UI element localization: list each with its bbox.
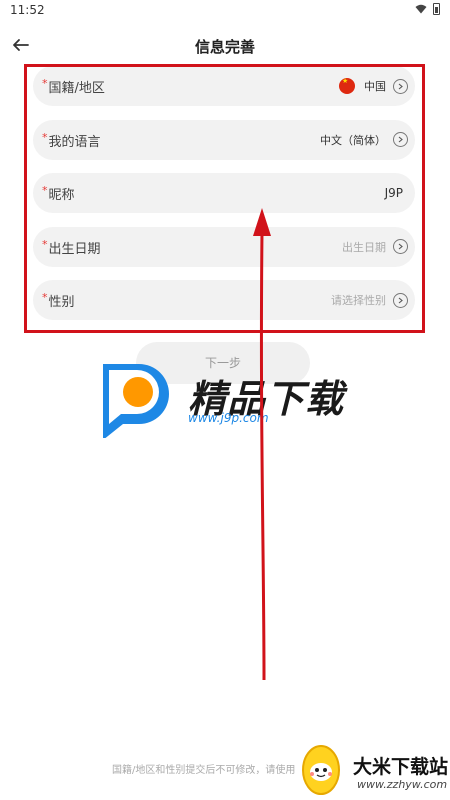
nationality-row[interactable]: *国籍/地区 中国	[33, 66, 415, 106]
gender-label: *性别	[42, 291, 75, 310]
required-mark: *	[42, 130, 48, 144]
gender-row[interactable]: *性别 请选择性别	[33, 280, 415, 320]
watermark-url: www.j9p.com	[188, 411, 269, 425]
nationality-value-group: 中国	[339, 66, 408, 106]
nickname-row[interactable]: *昵称 J9P	[33, 173, 415, 213]
dami-mascot-icon	[302, 745, 340, 795]
watermark-brand-2: 大米下载站	[353, 756, 449, 778]
nickname-value-group: J9P	[385, 173, 408, 213]
chevron-right-icon	[393, 292, 408, 308]
profile-form: *国籍/地区 中国 *我的语言 中文（简体） *昵称 J9P *出生日期 出生日…	[33, 66, 415, 334]
page-title: 信息完善	[194, 38, 255, 56]
china-flag-icon	[339, 78, 355, 94]
gender-value-group: 请选择性别	[331, 280, 408, 320]
language-value-group: 中文（简体）	[320, 120, 408, 160]
language-row[interactable]: *我的语言 中文（简体）	[33, 119, 415, 160]
j9p-logo-icon	[103, 364, 169, 438]
status-icons	[415, 3, 440, 15]
battery-icon	[433, 3, 440, 15]
header: 信息完善	[0, 28, 450, 62]
language-label: *我的语言	[42, 130, 101, 150]
wifi-icon	[415, 4, 427, 14]
required-mark: *	[42, 184, 48, 197]
gender-placeholder: 请选择性别	[331, 294, 386, 307]
footer-note: 国籍/地区和性别提交后不可修改，请使用	[112, 765, 296, 776]
status-bar: 11:52	[0, 0, 450, 22]
watermark-url-2: www.zzhyw.com	[357, 778, 448, 791]
nickname-label: *昵称	[42, 184, 75, 203]
birthdate-value-group: 出生日期	[342, 227, 408, 267]
birthdate-label: *出生日期	[42, 237, 101, 257]
nickname-value[interactable]: J9P	[385, 186, 403, 200]
nationality-value: 中国	[364, 80, 386, 93]
chevron-right-icon	[393, 132, 408, 147]
language-value: 中文（简体）	[320, 133, 386, 147]
required-mark: *	[42, 237, 48, 251]
birthdate-placeholder: 出生日期	[342, 240, 386, 254]
chevron-right-icon	[393, 78, 408, 94]
status-time: 11:52	[10, 3, 45, 17]
birthdate-row[interactable]: *出生日期 出生日期	[33, 226, 415, 267]
nationality-label: *国籍/地区	[42, 77, 105, 96]
required-mark: *	[42, 291, 48, 304]
required-mark: *	[42, 77, 48, 90]
chevron-right-icon	[393, 239, 408, 254]
